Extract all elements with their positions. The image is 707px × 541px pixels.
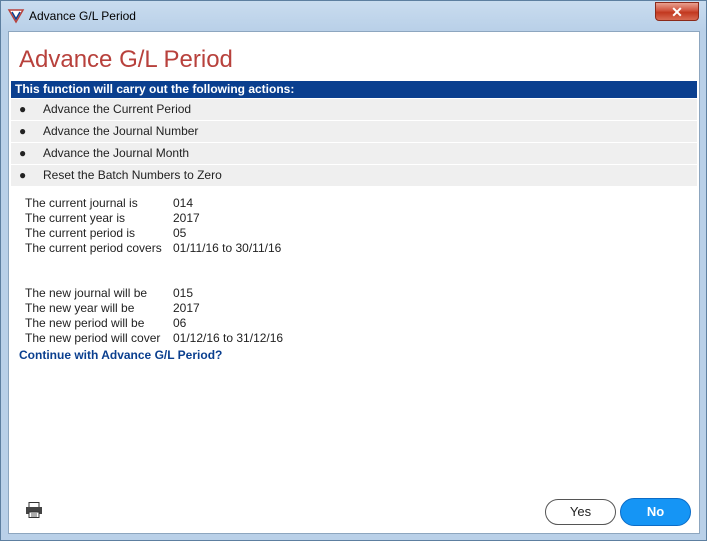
no-button[interactable]: No — [620, 498, 691, 526]
list-item: ● Advance the Journal Month — [11, 143, 697, 165]
info-value: 014 — [173, 196, 194, 210]
list-item: ● Advance the Journal Number — [11, 121, 697, 143]
page-title: Advance G/L Period — [19, 46, 233, 73]
list-item: ● Advance the Current Period — [11, 99, 697, 121]
bullet-icon: ● — [19, 146, 27, 160]
close-icon: ✕ — [671, 4, 683, 20]
close-button[interactable]: ✕ — [655, 2, 699, 21]
info-value: 2017 — [173, 301, 200, 315]
bullet-icon: ● — [19, 102, 27, 116]
window-title: Advance G/L Period — [29, 9, 136, 23]
dialog-window: Advance G/L Period ✕ Advance G/L Period … — [0, 0, 707, 541]
info-label: The new journal will be — [25, 286, 148, 300]
app-logo-icon — [7, 9, 25, 24]
info-value: 01/12/16 to 31/12/16 — [173, 331, 284, 345]
info-value: 05 — [173, 226, 187, 240]
info-label: The current year is — [25, 211, 126, 225]
info-value: 06 — [173, 316, 187, 330]
bullet-icon: ● — [19, 168, 27, 182]
info-label: The new year will be — [25, 301, 135, 315]
yes-button[interactable]: Yes — [545, 499, 616, 525]
info-value: 01/11/16 to 30/11/16 — [173, 241, 282, 255]
info-label: The current period is — [25, 226, 136, 240]
printer-icon[interactable] — [25, 502, 43, 518]
action-label: Advance the Current Period — [43, 102, 192, 116]
action-label: Advance the Journal Number — [43, 124, 199, 138]
actions-list: ● Advance the Current Period ● Advance t… — [11, 99, 697, 187]
bullet-icon: ● — [19, 124, 27, 138]
actions-banner: This function will carry out the followi… — [11, 81, 697, 98]
title-bar[interactable]: Advance G/L Period ✕ — [1, 1, 706, 31]
info-label: The current journal is — [25, 196, 138, 210]
list-item: ● Reset the Batch Numbers to Zero — [11, 165, 697, 187]
info-value: 015 — [173, 286, 194, 300]
info-label: The current period covers — [25, 241, 162, 255]
info-value: 2017 — [173, 211, 200, 225]
action-label: Reset the Batch Numbers to Zero — [43, 168, 222, 182]
action-label: Advance the Journal Month — [43, 146, 190, 160]
confirm-question: Continue with Advance G/L Period? — [19, 348, 223, 362]
dialog-content: Advance G/L Period This function will ca… — [8, 31, 700, 534]
info-label: The new period will be — [25, 316, 145, 330]
info-label: The new period will cover — [25, 331, 161, 345]
